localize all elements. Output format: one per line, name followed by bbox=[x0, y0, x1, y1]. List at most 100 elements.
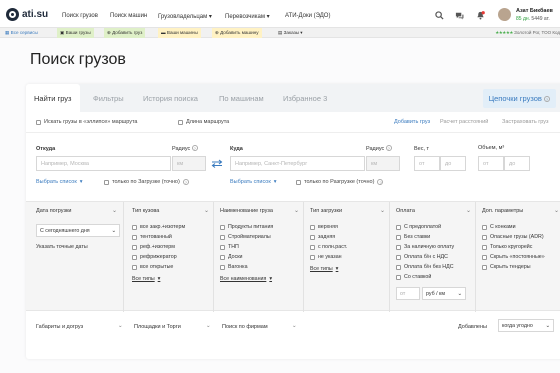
payment-option[interactable]: За наличную оплату bbox=[396, 244, 454, 250]
body-type-option[interactable]: все открытые bbox=[132, 264, 173, 270]
body-type-option[interactable]: все закр.+изотерм bbox=[132, 224, 185, 230]
firms-filter-toggle[interactable]: Поиск по фирмам bbox=[222, 324, 268, 330]
chevron-down-icon[interactable]: ⌄ bbox=[554, 207, 559, 214]
route-length-checkbox[interactable] bbox=[178, 119, 183, 125]
tab-history[interactable]: История поиска bbox=[143, 94, 198, 103]
load-type-all-link[interactable]: Все типы ▾ bbox=[310, 266, 338, 272]
cargo-name-option[interactable]: Стройматериалы bbox=[220, 234, 271, 240]
add-truck-link[interactable]: ⊕ Добавить машину bbox=[212, 28, 262, 38]
weight-from-input[interactable]: от bbox=[414, 156, 440, 171]
ellipse-checkbox[interactable] bbox=[36, 119, 41, 125]
payment-option[interactable]: Оплата б/н без НДС bbox=[396, 264, 454, 270]
add-cargo-link[interactable]: ⊕ Добавить груз bbox=[104, 28, 146, 38]
extra-option[interactable]: Скрыть «постоянные» bbox=[482, 254, 545, 260]
to-radius-input[interactable]: км bbox=[366, 156, 400, 171]
nav-carriers[interactable]: Перевозчикам ▾ bbox=[225, 13, 270, 20]
cargo-name-option[interactable]: Продукты питания bbox=[220, 224, 273, 230]
user-name[interactable]: Азат Бикбаев bbox=[516, 8, 553, 14]
only-unloading-option[interactable]: только по Разгрузке (точно)? bbox=[296, 179, 384, 185]
tab-find-cargo[interactable]: Найти груз bbox=[26, 84, 80, 112]
chevron-down-icon[interactable]: ⌄ bbox=[380, 207, 385, 214]
chevron-down-icon[interactable]: ⌄ bbox=[206, 323, 211, 329]
checkbox[interactable] bbox=[310, 224, 315, 230]
rate-from-input[interactable]: от bbox=[396, 287, 420, 300]
payment-option[interactable]: Оплата б/н с НДС bbox=[396, 254, 448, 260]
your-trucks-link[interactable]: ▬ Ваши машины bbox=[158, 28, 201, 38]
checkbox[interactable] bbox=[482, 254, 487, 260]
added-select[interactable]: когда угодно ⌄ bbox=[498, 319, 554, 332]
volume-to-input[interactable]: до bbox=[504, 156, 530, 171]
checkbox[interactable] bbox=[310, 254, 315, 260]
extra-option[interactable]: Только кругорейс bbox=[482, 244, 532, 250]
bell-icon[interactable] bbox=[476, 11, 485, 20]
tab-by-trucks[interactable]: По машинам bbox=[219, 94, 264, 103]
body-type-option[interactable]: тентованный bbox=[132, 234, 172, 240]
payment-title[interactable]: Оплата bbox=[396, 208, 415, 214]
date-select[interactable]: С сегодняшнего дня ⌄ bbox=[36, 224, 120, 237]
checkbox[interactable] bbox=[132, 254, 137, 260]
checkbox[interactable] bbox=[220, 244, 225, 250]
rate-unit-select[interactable]: руб / км ⌄ bbox=[422, 287, 466, 300]
checkbox[interactable] bbox=[482, 224, 487, 230]
nav-search-cargo[interactable]: Поиск грузов bbox=[62, 13, 98, 19]
cargo-name-all-link[interactable]: Все наименования ▾ bbox=[220, 276, 272, 282]
only-loading-option[interactable]: только по Загрузке (точно)? bbox=[104, 179, 189, 185]
chevron-down-icon[interactable]: ⌄ bbox=[112, 207, 117, 214]
load-type-title[interactable]: Тип загрузки bbox=[310, 208, 342, 214]
exact-dates-link[interactable]: Указать точные даты bbox=[36, 244, 88, 250]
tab-filters[interactable]: Фильтры bbox=[93, 94, 124, 103]
extra-option[interactable]: Скрыть тендеры bbox=[482, 264, 531, 270]
distance-calc-link[interactable]: Расчет расстояний bbox=[440, 119, 488, 125]
extra-option[interactable]: Опасные грузы (ADR) bbox=[482, 234, 544, 240]
to-input[interactable]: Например, Санкт-Петербург bbox=[230, 156, 365, 171]
extra-option[interactable]: С конками bbox=[482, 224, 516, 230]
checkbox[interactable] bbox=[220, 254, 225, 260]
rating-company[interactable]: Золотой Рог, ТОО Код bbox=[514, 30, 560, 35]
payment-option[interactable]: Без ставки bbox=[396, 234, 430, 240]
chevron-down-icon[interactable]: ⌄ bbox=[466, 207, 471, 214]
checkbox[interactable] bbox=[396, 254, 401, 260]
search-icon[interactable] bbox=[435, 11, 444, 20]
checkbox[interactable] bbox=[132, 224, 137, 230]
to-select-list[interactable]: Выбрать список ▾ bbox=[230, 179, 277, 185]
chevron-down-icon[interactable]: ⌄ bbox=[118, 323, 123, 329]
checkbox[interactable] bbox=[132, 264, 137, 270]
cargo-name-option[interactable]: ТНП bbox=[220, 244, 239, 250]
add-cargo-link[interactable]: Добавить груз bbox=[394, 119, 430, 125]
only-loading-checkbox[interactable] bbox=[104, 179, 109, 185]
only-unloading-checkbox[interactable] bbox=[296, 179, 301, 185]
volume-from-input[interactable]: от bbox=[478, 156, 504, 171]
load-type-option[interactable]: с полн.раст. bbox=[310, 244, 347, 250]
checkbox[interactable] bbox=[220, 264, 225, 270]
orders-link[interactable]: ▤ Заказы ▾ bbox=[275, 28, 306, 38]
payment-option[interactable]: Со ставкой bbox=[396, 274, 431, 280]
your-cargo-link[interactable]: ▣ Ваши грузы bbox=[57, 28, 94, 38]
body-type-title[interactable]: Тип кузова bbox=[132, 208, 159, 214]
payment-option[interactable]: С предоплатой bbox=[396, 224, 441, 230]
ellipse-option[interactable]: Искать грузы в «эллипсе» маршрута bbox=[36, 119, 137, 125]
body-type-option[interactable]: реф.+изотерм bbox=[132, 244, 175, 250]
from-select-list[interactable]: Выбрать список ▾ bbox=[36, 179, 83, 185]
chevron-down-icon[interactable]: ⌄ bbox=[204, 207, 209, 214]
checkbox[interactable] bbox=[482, 244, 487, 250]
cargo-chains-button[interactable]: Цепочки грузов ? bbox=[482, 89, 556, 108]
date-filter-title[interactable]: Дата погрузки bbox=[36, 208, 72, 214]
dims-filter-toggle[interactable]: Габариты и догруз bbox=[36, 324, 83, 330]
route-length-option[interactable]: Длина маршрута bbox=[178, 119, 229, 125]
extra-params-title[interactable]: Доп. параметры bbox=[482, 208, 523, 214]
body-type-option[interactable]: рефрижератор bbox=[132, 254, 177, 260]
nav-search-trucks[interactable]: Поиск машин bbox=[110, 13, 147, 19]
checkbox[interactable] bbox=[482, 234, 487, 240]
cargo-name-option[interactable]: Вагонка bbox=[220, 264, 248, 270]
from-input[interactable]: Например, Москва bbox=[36, 156, 171, 171]
load-type-option[interactable]: не указан bbox=[310, 254, 342, 260]
swap-arrows-icon[interactable] bbox=[211, 159, 223, 168]
checkbox[interactable] bbox=[310, 244, 315, 250]
chat-icon[interactable] bbox=[455, 11, 464, 20]
nav-cargo-owners[interactable]: Грузовладельцам ▾ bbox=[158, 13, 212, 20]
logo[interactable]: ati.su bbox=[6, 8, 48, 21]
checkbox[interactable] bbox=[310, 234, 315, 240]
insure-cargo-link[interactable]: Застраховать груз bbox=[502, 119, 549, 125]
checkbox[interactable] bbox=[220, 224, 225, 230]
load-type-option[interactable]: задняя bbox=[310, 234, 335, 240]
